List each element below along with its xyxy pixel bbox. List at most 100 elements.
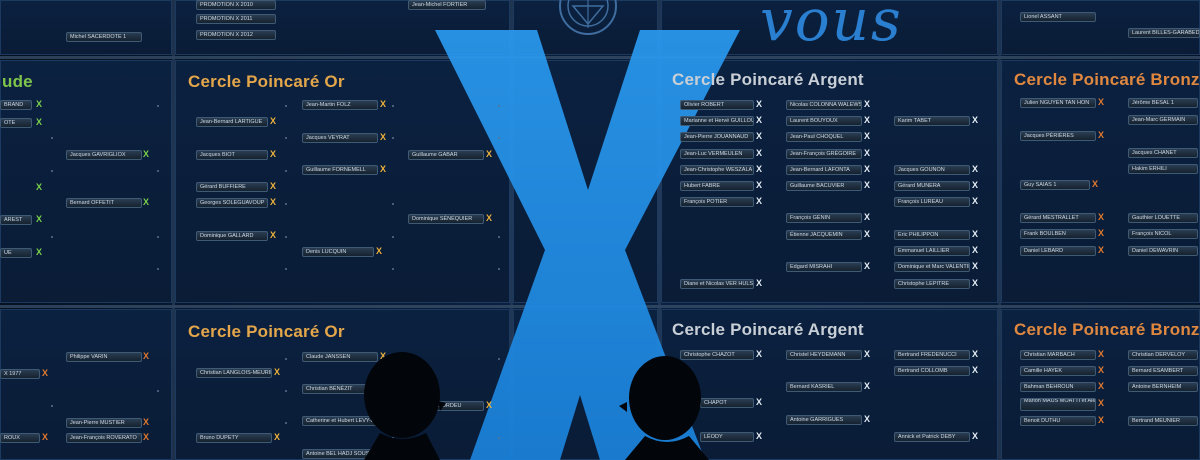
name-plate: Jean-Pierre MUSTIER bbox=[66, 418, 142, 428]
name-plate: Dominique GALLARD bbox=[196, 231, 268, 241]
name-plate: Bernard KASRIEL bbox=[786, 382, 862, 392]
heading-r1-a: ude bbox=[2, 72, 33, 91]
heading-r1-b: Cercle Poincaré Or bbox=[188, 72, 345, 91]
name-plate: Emmanuel LAILLIER bbox=[894, 246, 970, 256]
name-plate: Bertrand COLLOMB bbox=[894, 366, 970, 376]
x-marker: X bbox=[756, 397, 763, 407]
x-marker: X bbox=[36, 214, 43, 224]
x-marker: X bbox=[1098, 415, 1105, 425]
name-plate: Marianne et Hervé GUILLOU bbox=[680, 116, 754, 126]
name-plate: PROMOTION X 2010 bbox=[196, 0, 276, 10]
name-plate: Antoine GARRIGUES bbox=[786, 415, 862, 425]
name-plate: Frank BOULBEN bbox=[1020, 229, 1096, 239]
name-plate: Jacques VEYRAT bbox=[302, 133, 378, 143]
name-plate: Hubert FABRE bbox=[680, 181, 754, 191]
name-plate: Bruno DUPETY bbox=[196, 433, 272, 443]
x-marker: X bbox=[864, 229, 871, 239]
x-marker: X bbox=[756, 164, 763, 174]
x-marker: X bbox=[143, 197, 150, 207]
x-marker: X bbox=[864, 261, 871, 271]
name-plate: Antoine BERNHEIM bbox=[1128, 382, 1198, 392]
name-plate: Jean-Bernard LARTIGUE bbox=[196, 117, 268, 127]
name-plate: Nicolas COLONNA WALEWSKI bbox=[786, 100, 862, 110]
name-plate: Jean-Marc GERMAIN bbox=[1128, 115, 1198, 125]
x-marker: X bbox=[972, 278, 979, 288]
x-marker: X bbox=[864, 349, 871, 359]
name-plate: Gérard MESTRALLET bbox=[1020, 213, 1096, 223]
name-plate: Laurent BILLES-GARABEDIAN bbox=[1128, 28, 1200, 38]
x-marker: X bbox=[380, 132, 387, 142]
name-plate: Jean-Bernard LAFONTA bbox=[786, 165, 862, 175]
heading-r2-d: Cercle Poincaré Bronze bbox=[1014, 320, 1200, 339]
name-plate: Dominique et Marc VALENTIN bbox=[894, 262, 970, 272]
name-plate: Christel HEYDEMANN bbox=[786, 350, 862, 360]
x-marker: X bbox=[972, 115, 979, 125]
x-marker: X bbox=[972, 196, 979, 206]
name-plate: Karim TABET bbox=[894, 116, 970, 126]
name-plate: Camille HAYEK bbox=[1020, 366, 1096, 376]
x-marker: X bbox=[270, 149, 277, 159]
name-plate: Eric PHILIPPON bbox=[894, 230, 970, 240]
x-marker: X bbox=[864, 212, 871, 222]
name-plate: Christian DERVELOY bbox=[1128, 350, 1198, 360]
x-marker: X bbox=[270, 230, 277, 240]
name-plate: Jacques GOUNON bbox=[894, 165, 970, 175]
x-marker: X bbox=[972, 365, 979, 375]
x-marker: X bbox=[143, 351, 150, 361]
name-plate: Philippe VARIN bbox=[66, 352, 142, 362]
x-marker: X bbox=[972, 349, 979, 359]
x-marker: X bbox=[42, 432, 49, 442]
x-marker: X bbox=[274, 432, 281, 442]
name-plate: Bertrand FREDENUCCI bbox=[894, 350, 970, 360]
x-marker: X bbox=[756, 131, 763, 141]
x-marker: X bbox=[270, 181, 277, 191]
name-plate: Guillaume GABAR bbox=[408, 150, 484, 160]
x-marker: X bbox=[972, 180, 979, 190]
name-plate: Guy SAIAS 1 bbox=[1020, 180, 1090, 190]
x-marker: X bbox=[756, 115, 763, 125]
x-marker: X bbox=[864, 115, 871, 125]
heading-r1-c: Cercle Poincaré Argent bbox=[672, 70, 864, 89]
name-plate: Marion MAUS MOATTI et Alexandre MOATTI bbox=[1020, 398, 1096, 411]
name-plate: BRAND bbox=[0, 100, 32, 110]
x-marker: X bbox=[756, 196, 763, 206]
name-plate: Lionel ASSANT bbox=[1020, 12, 1096, 22]
name-plate: Gauthier LOUETTE bbox=[1128, 213, 1198, 223]
person-silhouette-right bbox=[619, 356, 709, 460]
x-marker: X bbox=[864, 148, 871, 158]
name-plate: Julien NGUYEN TAN HON bbox=[1020, 98, 1096, 108]
name-plate: Gérard BUFFIERE bbox=[196, 182, 268, 192]
x-marker: X bbox=[36, 99, 43, 109]
x-marker: X bbox=[756, 180, 763, 190]
name-plate: Jacques GAVRIGLIOX bbox=[66, 150, 142, 160]
x-marker: X bbox=[380, 164, 387, 174]
name-plate: Jacques BIOT bbox=[196, 150, 268, 160]
name-plate: Denis LUCQUIN bbox=[302, 247, 374, 257]
x-marker: X bbox=[864, 180, 871, 190]
vous-word: vous bbox=[760, 0, 903, 54]
name-plate: François LUREAU bbox=[894, 197, 970, 207]
name-plate: AREST bbox=[0, 215, 32, 225]
x-marker: X bbox=[1098, 398, 1105, 408]
x-marker: X bbox=[486, 149, 493, 159]
x-marker: X bbox=[36, 182, 43, 192]
x-marker: X bbox=[1098, 212, 1105, 222]
name-plate: Annick et Patrick DEBY bbox=[894, 432, 970, 442]
name-plate: Jérôme BESAL 1 bbox=[1128, 98, 1198, 108]
x-marker: X bbox=[1098, 381, 1105, 391]
x-marker: X bbox=[864, 381, 871, 391]
x-marker: X bbox=[143, 149, 150, 159]
name-plate: Jean-François GRÉGOIRE bbox=[786, 149, 862, 159]
x-marker: X bbox=[864, 131, 871, 141]
name-plate: Guillaume FORNEMELL bbox=[302, 165, 378, 175]
heading-r2-b: Cercle Poincaré Or bbox=[188, 322, 345, 341]
name-plate: Gérard MUNERA bbox=[894, 181, 970, 191]
name-plate: Étienne JACQUEMIN bbox=[786, 230, 862, 240]
name-plate: Michel SACERDOTE 1 bbox=[66, 32, 142, 42]
name-plate: Bernard ESAMBERT bbox=[1128, 366, 1198, 376]
x-marker: X bbox=[1092, 179, 1099, 189]
x-marker: X bbox=[756, 431, 763, 441]
x-marker: X bbox=[756, 349, 763, 359]
name-plate: Jean-Paul CHOQUEL bbox=[786, 132, 862, 142]
x-marker: X bbox=[486, 400, 493, 410]
